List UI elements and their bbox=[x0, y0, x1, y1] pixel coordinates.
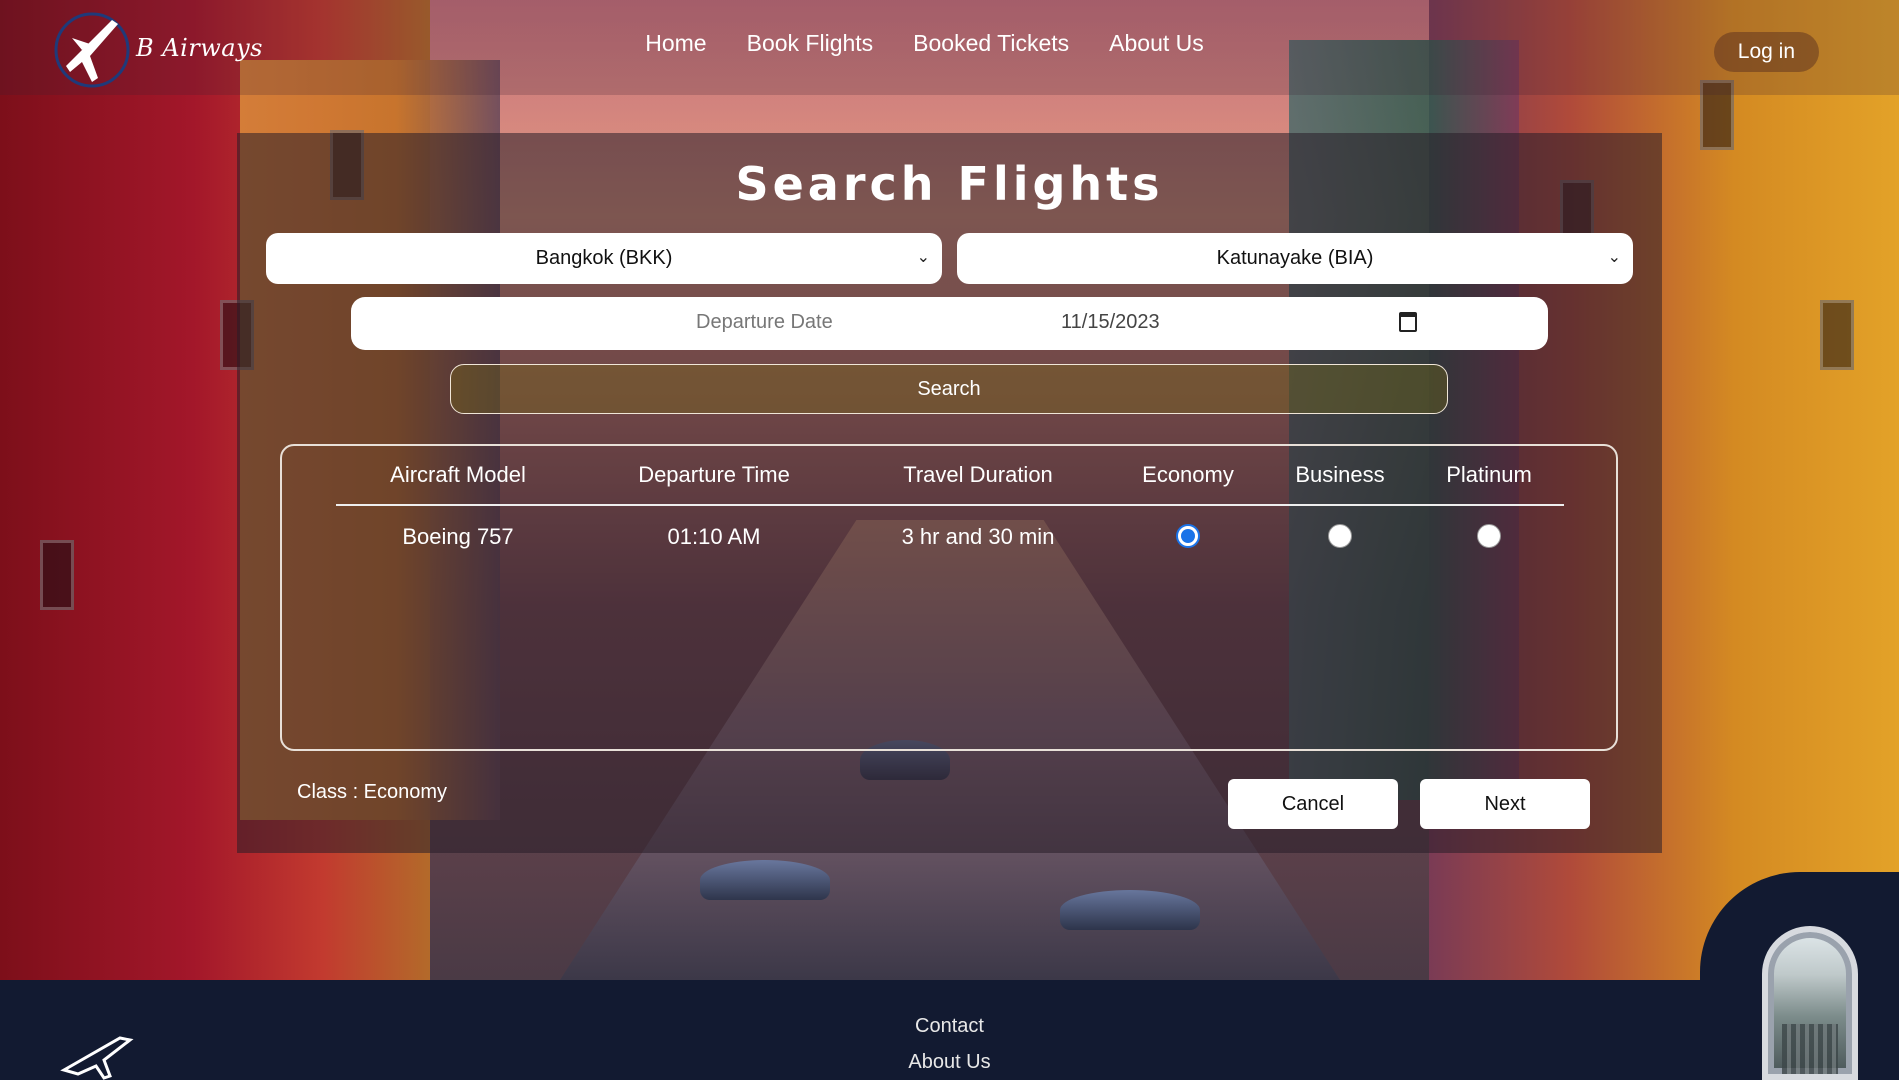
page-title: Search Flights bbox=[735, 157, 1164, 211]
departure-date-value[interactable]: 11/15/2023 bbox=[1061, 311, 1160, 334]
results-header-row: Aircraft Model Departure Time Travel Dur… bbox=[282, 462, 1620, 502]
nav-about-us[interactable]: About Us bbox=[1109, 30, 1204, 57]
origin-select-value: Bangkok (BKK) bbox=[535, 247, 673, 269]
login-button[interactable]: Log in bbox=[1713, 32, 1819, 72]
column-header-duration: Travel Duration bbox=[903, 462, 1053, 487]
cell-duration: 3 hr and 30 min bbox=[901, 524, 1055, 549]
footer-links: Contact About Us bbox=[0, 1008, 1899, 1080]
search-button[interactable]: Search bbox=[450, 364, 1448, 414]
column-header-platinum: Platinum bbox=[1446, 462, 1532, 487]
departure-date-field[interactable]: Departure Date 11/15/2023 bbox=[351, 297, 1548, 350]
nav-booked-tickets[interactable]: Booked Tickets bbox=[913, 30, 1069, 57]
next-button[interactable]: Next bbox=[1420, 779, 1590, 829]
calendar-icon[interactable] bbox=[1399, 312, 1417, 332]
cell-departure-time: 01:10 AM bbox=[667, 524, 761, 549]
column-header-economy: Economy bbox=[1142, 462, 1234, 487]
footer-link-contact[interactable]: Contact bbox=[0, 1008, 1899, 1044]
column-header-aircraft: Aircraft Model bbox=[390, 462, 526, 487]
cancel-button[interactable]: Cancel bbox=[1228, 779, 1398, 829]
nav-book-flights[interactable]: Book Flights bbox=[747, 30, 874, 57]
chevron-down-icon: ⌄ bbox=[1607, 249, 1621, 266]
search-flights-panel: Search Flights Bangkok (BKK) ⌄ Katunayak… bbox=[237, 133, 1662, 853]
column-header-departure: Departure Time bbox=[638, 462, 790, 487]
header-divider bbox=[336, 504, 1564, 506]
airplane-window-illustration bbox=[1762, 926, 1858, 1080]
departure-date-label: Departure Date bbox=[696, 311, 833, 333]
background-boat bbox=[700, 860, 830, 900]
platinum-radio[interactable] bbox=[1477, 524, 1501, 548]
origin-select[interactable]: Bangkok (BKK) ⌄ bbox=[266, 233, 942, 284]
site-footer: Contact About Us bbox=[0, 980, 1899, 1080]
economy-radio[interactable] bbox=[1176, 524, 1200, 548]
selected-class-label: Class : Economy bbox=[297, 781, 448, 803]
background-window bbox=[1820, 300, 1854, 370]
nav-home[interactable]: Home bbox=[645, 30, 706, 57]
cell-aircraft: Boeing 757 bbox=[402, 524, 514, 549]
column-header-business: Business bbox=[1295, 462, 1385, 487]
chevron-down-icon: ⌄ bbox=[916, 249, 930, 266]
flight-results-table: Aircraft Model Departure Time Travel Dur… bbox=[280, 444, 1618, 751]
destination-select[interactable]: Katunayake (BIA) ⌄ bbox=[957, 233, 1633, 284]
business-radio[interactable] bbox=[1328, 524, 1352, 548]
background-window bbox=[40, 540, 74, 610]
site-header: B Airways Home Book Flights Booked Ticke… bbox=[0, 0, 1899, 95]
footer-link-about-us[interactable]: About Us bbox=[0, 1044, 1899, 1080]
background-boat bbox=[1060, 890, 1200, 930]
plane-icon bbox=[60, 1036, 134, 1080]
destination-select-value: Katunayake (BIA) bbox=[1216, 247, 1374, 269]
table-row: Boeing 757 01:10 AM 3 hr and 30 min bbox=[282, 524, 1620, 564]
main-nav: Home Book Flights Booked Tickets About U… bbox=[0, 30, 1899, 57]
